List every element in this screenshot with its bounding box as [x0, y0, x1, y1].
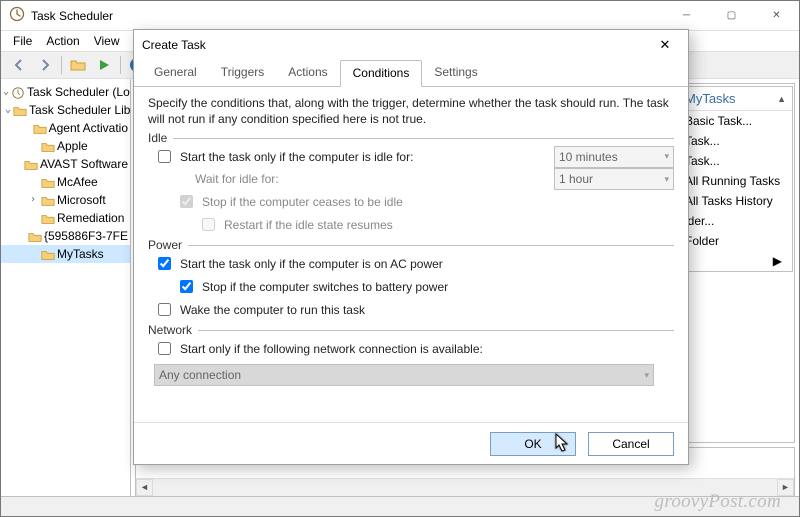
forward-button[interactable]: [33, 54, 57, 76]
collapse-icon[interactable]: ▲: [777, 94, 786, 104]
actions-item[interactable]: lder...: [679, 211, 792, 231]
chevron-down-icon: ▾: [644, 370, 649, 381]
menu-view[interactable]: View: [88, 32, 126, 50]
clock-icon: [11, 84, 25, 100]
tree-item-label: Microsoft: [57, 192, 106, 208]
app-icon: [9, 6, 25, 25]
idle-restart-checkbox: [202, 218, 215, 231]
run-button[interactable]: [92, 54, 116, 76]
power-ac-checkbox[interactable]: [158, 257, 171, 270]
tree-item[interactable]: MyTasks: [1, 245, 130, 263]
back-button[interactable]: [7, 54, 31, 76]
folder-icon: [41, 246, 55, 262]
dialog-close-button[interactable]: ✕: [650, 31, 680, 59]
tree-root[interactable]: ⌄ Task Scheduler (Local): [1, 83, 130, 101]
tree-item-label: Remediation: [57, 210, 124, 226]
tree-item[interactable]: McAfee: [1, 173, 130, 191]
network-only-checkbox[interactable]: [158, 342, 171, 355]
actions-header: MyTasks▲: [679, 87, 792, 111]
folder-icon: [24, 156, 38, 172]
idle-stop-label: Stop if the computer ceases to be idle: [202, 195, 403, 209]
tree-panel: ⌄ Task Scheduler (Local) ⌄ Task Schedule…: [1, 79, 131, 496]
ok-button[interactable]: OK: [490, 432, 576, 456]
tree-item[interactable]: Apple: [1, 137, 130, 155]
idle-start-label: Start the task only if the computer is i…: [180, 150, 413, 164]
actions-item[interactable]: Folder: [679, 231, 792, 251]
tree-item-label: MyTasks: [57, 246, 104, 262]
power-wake-label: Wake the computer to run this task: [180, 303, 365, 317]
power-batt-checkbox[interactable]: [180, 280, 193, 293]
actions-item[interactable]: Task...: [679, 131, 792, 151]
create-task-dialog: Create Task ✕ General Triggers Actions C…: [133, 29, 689, 465]
conditions-description: Specify the conditions that, along with …: [148, 95, 674, 127]
network-connection-select[interactable]: Any connection▾: [154, 364, 654, 386]
group-idle-label: Idle: [148, 131, 167, 145]
menu-action[interactable]: Action: [40, 32, 85, 50]
idle-wait-label: Wait for idle for:: [195, 172, 279, 186]
idle-stop-checkbox: [180, 195, 193, 208]
actions-item[interactable]: Task...: [679, 151, 792, 171]
tab-general[interactable]: General: [142, 60, 209, 86]
network-only-label: Start only if the following network conn…: [180, 342, 483, 356]
actions-item[interactable]: All Tasks History: [679, 191, 792, 211]
idle-start-checkbox[interactable]: [158, 150, 171, 163]
dialog-titlebar: Create Task ✕: [134, 30, 688, 60]
dialog-title: Create Task: [142, 38, 206, 52]
folder-icon: [13, 102, 27, 118]
scroll-right-button[interactable]: ►: [777, 479, 794, 496]
folder-icon: [33, 120, 47, 136]
actions-expand-arrow[interactable]: ▶: [679, 251, 792, 271]
tree-item-label: Apple: [57, 138, 88, 154]
chevron-down-icon: ▾: [664, 174, 669, 185]
tab-conditions[interactable]: Conditions: [340, 60, 423, 87]
scroll-left-button[interactable]: ◄: [136, 479, 153, 496]
main-titlebar: Task Scheduler ─ ▢ ✕: [1, 1, 799, 31]
idle-restart-label: Restart if the idle state resumes: [224, 218, 393, 232]
chevron-down-icon: ▾: [664, 151, 669, 162]
tree-root-label: Task Scheduler (Local): [27, 84, 131, 100]
maximize-button[interactable]: ▢: [709, 1, 754, 30]
folder-icon: [41, 210, 55, 226]
tree-item-label: McAfee: [57, 174, 98, 190]
expand-icon[interactable]: ⌄: [5, 102, 11, 118]
idle-duration-select[interactable]: 10 minutes▾: [554, 146, 674, 168]
tree-lib[interactable]: ⌄ Task Scheduler Lib: [1, 101, 130, 119]
tree-item-label: {595886F3-7FE: [44, 228, 128, 244]
tree-item[interactable]: › Microsoft: [1, 191, 130, 209]
tree-item[interactable]: AVAST Software: [1, 155, 130, 173]
power-ac-label: Start the task only if the computer is o…: [180, 257, 443, 271]
horizontal-scrollbar[interactable]: ◄ ►: [136, 478, 794, 495]
tree-item-label: Agent Activatio: [49, 120, 128, 136]
tree-item[interactable]: Agent Activatio: [1, 119, 130, 137]
power-wake-checkbox[interactable]: [158, 303, 171, 316]
actions-item[interactable]: All Running Tasks: [679, 171, 792, 191]
folder-icon: [41, 138, 55, 154]
actions-pane: MyTasks▲ Basic Task...Task...Task...All …: [678, 86, 793, 272]
tab-settings[interactable]: Settings: [422, 60, 489, 86]
group-network-label: Network: [148, 323, 192, 337]
expand-icon[interactable]: ⌄: [3, 84, 9, 100]
close-button[interactable]: ✕: [754, 1, 799, 30]
folder-icon: [41, 192, 55, 208]
expand-icon[interactable]: ›: [27, 192, 39, 208]
folder-icon: [28, 228, 42, 244]
tree-item[interactable]: Remediation: [1, 209, 130, 227]
window-title: Task Scheduler: [31, 9, 113, 23]
dialog-tabs: General Triggers Actions Conditions Sett…: [134, 60, 688, 87]
actions-item[interactable]: Basic Task...: [679, 111, 792, 131]
tree-lib-label: Task Scheduler Lib: [29, 102, 130, 118]
folder-icon: [41, 174, 55, 190]
cancel-button[interactable]: Cancel: [588, 432, 674, 456]
tree-item[interactable]: {595886F3-7FE: [1, 227, 130, 245]
tab-actions[interactable]: Actions: [276, 60, 339, 86]
folder-button[interactable]: [66, 54, 90, 76]
idle-wait-select[interactable]: 1 hour▾: [554, 168, 674, 190]
group-power-label: Power: [148, 238, 182, 252]
tab-triggers[interactable]: Triggers: [209, 60, 277, 86]
power-batt-label: Stop if the computer switches to battery…: [202, 280, 448, 294]
minimize-button[interactable]: ─: [664, 1, 709, 30]
menu-file[interactable]: File: [7, 32, 38, 50]
statusbar: [1, 496, 799, 516]
tree-item-label: AVAST Software: [40, 156, 128, 172]
